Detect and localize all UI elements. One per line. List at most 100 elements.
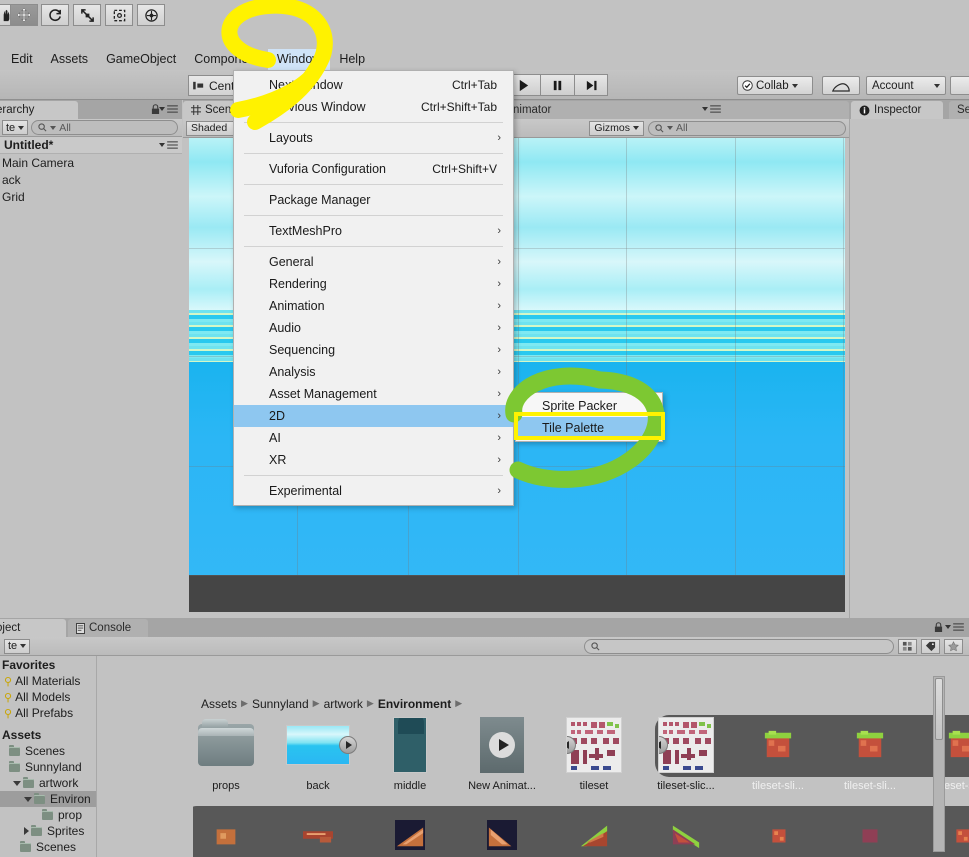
favorite-item[interactable]: ⚲ All Prefabs <box>0 705 96 721</box>
menu-help[interactable]: Help <box>330 49 374 70</box>
menu-component[interactable]: Component <box>185 49 268 70</box>
favorite-item[interactable]: ⚲ All Models <box>0 689 96 705</box>
chevron-down-icon[interactable] <box>13 780 21 786</box>
project-tree-item-sprites[interactable]: Sprites <box>0 823 96 839</box>
project-tree[interactable]: Favorites ⚲ All Materials ⚲ All Models ⚲ All … <box>0 656 96 857</box>
asset-item[interactable]: tileset-sli... <box>193 804 271 857</box>
asset-item[interactable]: tileset-sli... <box>273 804 363 857</box>
rotate-tool-button[interactable] <box>41 4 69 26</box>
project-tree-item-scenes[interactable]: Scenes <box>0 839 96 855</box>
submenu-item-tile-palette[interactable]: Tile Palette <box>516 417 662 439</box>
asset-item[interactable]: tileset-sli... <box>549 804 639 857</box>
asset-item[interactable]: tileset-sli... <box>733 804 823 857</box>
project-tree-item-prop[interactable]: prop <box>0 807 96 823</box>
tab-console[interactable]: Console <box>68 619 148 637</box>
project-tree-item-scenes[interactable]: Scenes <box>0 743 96 759</box>
window-menu-item-next-window[interactable]: Next Window Ctrl+Tab <box>234 74 513 96</box>
asset-item[interactable]: tileset-sli... <box>825 713 915 792</box>
window-menu-item-xr[interactable]: XR › <box>234 449 513 471</box>
transform-tool-button[interactable] <box>137 4 165 26</box>
asset-item[interactable]: props <box>193 713 271 792</box>
scene-row[interactable]: Untitled* <box>0 137 182 154</box>
chevron-right-icon[interactable] <box>24 827 29 835</box>
window-menu-item-2d[interactable]: 2D › <box>234 405 513 427</box>
menu-edit[interactable]: Edit <box>2 49 42 70</box>
animator-menu-icon[interactable] <box>702 105 721 113</box>
asset-item[interactable]: tileset-sli... <box>825 804 915 857</box>
project-create-button[interactable]: te <box>4 638 31 654</box>
submenu-item-sprite-packer[interactable]: Sprite Packer <box>516 395 662 417</box>
asset-scrollbar[interactable] <box>933 676 945 852</box>
asset-item[interactable]: tileset-slic... <box>641 713 731 792</box>
window-menu-item-sequencing[interactable]: Sequencing › <box>234 339 513 361</box>
tab-animator[interactable]: nimator <box>505 101 849 119</box>
hierarchy-item[interactable]: ack <box>0 171 182 188</box>
tab-project[interactable]: oject <box>0 619 66 637</box>
window-menu-item-ai[interactable]: AI › <box>234 427 513 449</box>
window-menu-item-audio[interactable]: Audio › <box>234 317 513 339</box>
asset-item[interactable]: tileset <box>549 713 639 792</box>
hierarchy-search-input[interactable]: All <box>31 120 178 135</box>
asset-item[interactable]: tileset-sli... <box>365 804 455 857</box>
hierarchy-tree[interactable]: Untitled* Main Camera ack Grid <box>0 137 182 618</box>
asset-item[interactable]: New Animat... <box>457 713 547 792</box>
window-menu-item-package-manager[interactable]: Package Manager <box>234 189 513 211</box>
window-menu-item-rendering[interactable]: Rendering › <box>234 273 513 295</box>
window-menu-item-general[interactable]: General › <box>234 251 513 273</box>
hierarchy-item[interactable]: Main Camera <box>0 154 182 171</box>
menu-window[interactable]: Window <box>267 48 331 70</box>
step-button[interactable] <box>574 74 608 96</box>
2d-submenu-dropdown[interactable]: Sprite Packer Tile Palette <box>515 392 663 442</box>
scene-search-input[interactable]: All <box>648 120 846 136</box>
window-menu-item-textmeshpro[interactable]: TextMeshPro › <box>234 220 513 242</box>
account-button[interactable]: Account <box>866 76 946 95</box>
breadcrumb[interactable]: Assets ▶ Sunnyland ▶ artwork ▶ Environment ▶ <box>193 694 969 713</box>
project-tree-item-environ[interactable]: Environ <box>0 791 96 807</box>
move-tool-button[interactable] <box>10 4 38 26</box>
window-menu-item-asset-management[interactable]: Asset Management › <box>234 383 513 405</box>
asset-item[interactable]: tileset-sli... <box>457 804 547 857</box>
expand-arrow-icon[interactable] <box>339 736 357 754</box>
hierarchy-item[interactable]: Grid <box>0 188 182 205</box>
scene-menu-icon[interactable] <box>159 141 178 149</box>
window-menu-item-analysis[interactable]: Analysis › <box>234 361 513 383</box>
lock-icon[interactable] <box>934 622 943 633</box>
filter-by-type-button[interactable] <box>898 638 917 654</box>
project-search-input[interactable] <box>584 638 894 654</box>
breadcrumb-item[interactable]: artwork <box>324 697 363 711</box>
project-tree-item-sunnyland[interactable]: Sunnyland <box>0 759 96 775</box>
rect-tool-button[interactable] <box>105 4 133 26</box>
window-menu-item-previous-window[interactable]: Previous Window Ctrl+Shift+Tab <box>234 96 513 118</box>
tab-inspector[interactable]: Inspector <box>851 101 943 119</box>
menu-gameobject[interactable]: GameObject <box>97 49 185 70</box>
asset-item[interactable]: middle <box>365 713 455 792</box>
project-menu-icon[interactable] <box>945 623 964 631</box>
cloud-services-button[interactable] <box>822 76 860 95</box>
window-menu-dropdown[interactable]: Next Window Ctrl+Tab Previous Window Ctrl+S… <box>233 70 514 506</box>
hierarchy-menu-icon[interactable] <box>159 105 178 113</box>
asset-grid[interactable]: props back middle New Animat... tileset tiles… <box>193 713 969 857</box>
asset-item[interactable]: back <box>273 713 363 792</box>
collab-button[interactable]: Collab <box>737 76 813 95</box>
pause-button[interactable] <box>540 74 574 96</box>
chevron-down-icon[interactable] <box>24 796 32 802</box>
project-tree-item-artwork[interactable]: artwork <box>0 775 96 791</box>
breadcrumb-item[interactable]: Assets <box>201 697 237 711</box>
menu-assets[interactable]: Assets <box>42 49 98 70</box>
breadcrumb-item[interactable]: Sunnyland <box>252 697 309 711</box>
scale-tool-button[interactable] <box>73 4 101 26</box>
window-menu-item-animation[interactable]: Animation › <box>234 295 513 317</box>
breadcrumb-item[interactable]: Environment <box>378 697 451 711</box>
favorite-button[interactable] <box>944 638 963 654</box>
gizmos-dropdown[interactable]: Gizmos <box>589 120 644 136</box>
create-menu-button[interactable]: te <box>2 120 29 135</box>
filter-by-label-button[interactable] <box>921 638 940 654</box>
favorite-item[interactable]: ⚲ All Materials <box>0 673 96 689</box>
asset-item[interactable]: tileset-sli... <box>641 804 731 857</box>
window-menu-item-vuforia-configuration[interactable]: Vuforia Configuration Ctrl+Shift+V <box>234 158 513 180</box>
tab-hierarchy[interactable]: erarchy <box>0 101 78 119</box>
window-menu-item-layouts[interactable]: Layouts › <box>234 127 513 149</box>
asset-item[interactable]: tileset-sli... <box>733 713 823 792</box>
tab-services[interactable]: Se <box>949 101 969 119</box>
window-menu-item-experimental[interactable]: Experimental › <box>234 480 513 502</box>
